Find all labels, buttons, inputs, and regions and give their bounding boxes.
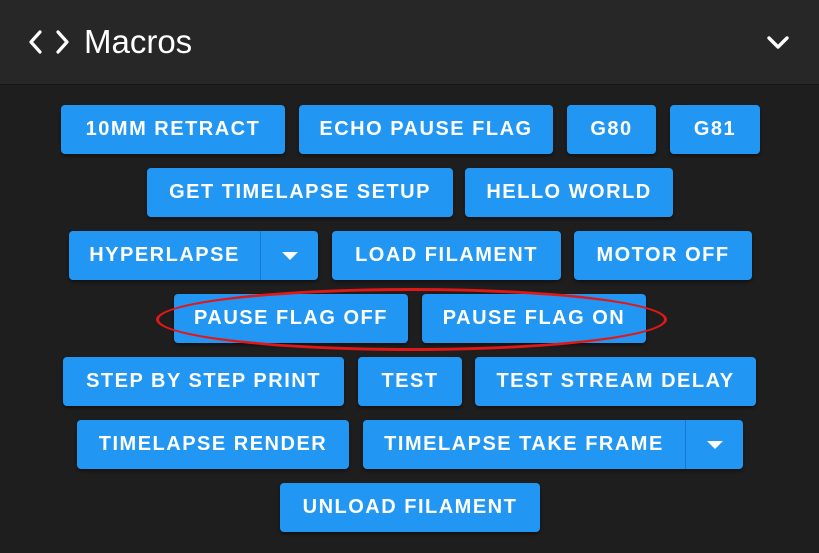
macro-pause-flag-on-button[interactable]: PAUSE FLAG ON bbox=[422, 294, 646, 343]
macro-g80-button[interactable]: G80 bbox=[567, 105, 656, 154]
panel-header[interactable]: Macros bbox=[0, 0, 819, 85]
macro-motor-off-button[interactable]: MOTOR OFF bbox=[574, 231, 752, 280]
macro-step-by-step-print-button[interactable]: STEP BY STEP PRINT bbox=[63, 357, 344, 406]
macro-pause-flag-off-button[interactable]: PAUSE FLAG OFF bbox=[174, 294, 408, 343]
macro-get-timelapse-setup-button[interactable]: GET TIMELAPSE SETUP bbox=[147, 168, 453, 217]
panel-title: Macros bbox=[84, 23, 193, 60]
chevron-down-icon[interactable] bbox=[763, 30, 793, 56]
caret-down-icon bbox=[281, 251, 298, 260]
timelapse-take-frame-dropdown-button[interactable] bbox=[685, 420, 743, 469]
macro-hello-world-button[interactable]: HELLO WORLD bbox=[465, 168, 673, 217]
macro-timelapse-render-button[interactable]: TIMELAPSE RENDER bbox=[77, 420, 349, 469]
macro-timelapse-take-frame-button[interactable]: TIMELAPSE TAKE FRAME bbox=[363, 420, 685, 469]
macro-hyperlapse-button[interactable]: HYPERLAPSE bbox=[69, 231, 260, 280]
macros-panel: Macros 10MM RETRACT ECHO PAUSE FLAG G80 … bbox=[0, 0, 819, 553]
code-icon bbox=[29, 30, 69, 54]
macro-load-filament-button[interactable]: LOAD FILAMENT bbox=[332, 231, 561, 280]
macro-echo-pause-flag-button[interactable]: ECHO PAUSE FLAG bbox=[299, 105, 553, 154]
macro-timelapse-take-frame-split-button: TIMELAPSE TAKE FRAME bbox=[363, 420, 743, 469]
macro-test-button[interactable]: TEST bbox=[358, 357, 462, 406]
macro-g81-button[interactable]: G81 bbox=[670, 105, 760, 154]
macro-test-stream-delay-button[interactable]: TEST STREAM DELAY bbox=[475, 357, 756, 406]
macro-10mm-retract-button[interactable]: 10MM RETRACT bbox=[61, 105, 285, 154]
hyperlapse-dropdown-button[interactable] bbox=[260, 231, 318, 280]
macro-hyperlapse-split-button: HYPERLAPSE bbox=[69, 231, 318, 280]
caret-down-icon bbox=[706, 440, 723, 449]
macro-unload-filament-button[interactable]: UNLOAD FILAMENT bbox=[280, 483, 540, 532]
